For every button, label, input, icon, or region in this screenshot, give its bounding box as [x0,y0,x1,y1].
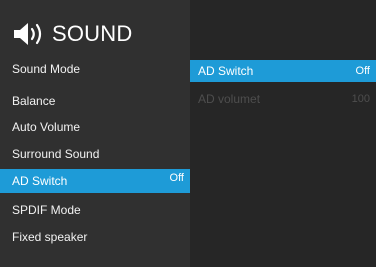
menu-item-label: Fixed speaker [12,230,88,244]
ad-switch-submenu-panel [190,0,376,267]
menu-item-surround-sound[interactable]: Surround Sound [0,142,190,166]
menu-item-balance[interactable]: Balance [0,89,190,113]
sound-settings-screen: SOUND Sound Mode Balance Auto Volume Sur… [0,0,376,271]
menu-item-label: SPDIF Mode [12,203,81,217]
menu-item-label: Surround Sound [12,147,100,161]
menu-header: SOUND [12,19,132,49]
menu-item-fixed-speaker[interactable]: Fixed speaker [0,225,190,249]
submenu-item-label: AD volumet [198,92,261,106]
submenu-item-ad-switch[interactable]: AD Switch Off [190,60,376,82]
submenu-item-value: 100 [351,93,370,105]
menu-item-value: Off [169,172,184,184]
submenu-item-label: AD Switch [198,64,254,78]
menu-item-label: Auto Volume [12,120,81,134]
menu-item-label: Balance [12,94,56,108]
menu-item-auto-volume[interactable]: Auto Volume [0,115,190,139]
page-title: SOUND [52,21,133,46]
sound-menu-panel: SOUND Sound Mode Balance Auto Volume Sur… [0,0,190,267]
menu-item-spdif-mode[interactable]: SPDIF Mode [0,198,190,222]
submenu-item-ad-volume: AD volumet 100 [190,88,376,110]
menu-item-sound-mode[interactable]: Sound Mode [0,57,190,81]
menu-item-label: AD Switch [12,174,68,188]
submenu-item-value: Off [355,65,370,77]
menu-item-label: Sound Mode [12,62,81,76]
menu-item-ad-switch[interactable]: AD Switch Off [0,169,190,193]
speaker-volume-icon [14,23,42,45]
